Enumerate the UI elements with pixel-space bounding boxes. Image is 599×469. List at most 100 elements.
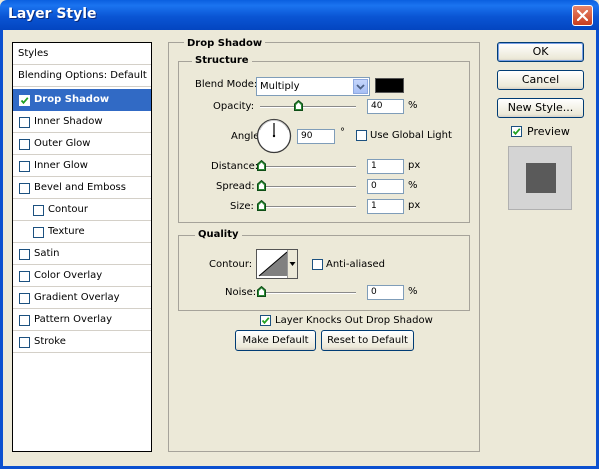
new-style-label: New Style... (507, 101, 574, 114)
checkmark-icon (261, 317, 270, 325)
knockout-label: Layer Knocks Out Drop Shadow (275, 315, 433, 326)
use-global-light-label: Use Global Light (370, 130, 452, 141)
color-overlay-checkbox[interactable] (19, 271, 30, 282)
distance-value: 1 (371, 161, 377, 171)
use-global-light-checkbox[interactable] (356, 130, 367, 141)
reset-default-button[interactable]: Reset to Default (321, 330, 414, 351)
style-item-label: Contour (48, 204, 88, 215)
spread-input[interactable]: 0 (367, 179, 404, 194)
style-item-gradient-overlay[interactable]: Gradient Overlay (13, 287, 151, 309)
spread-slider-track[interactable] (260, 186, 356, 188)
style-item-stroke[interactable]: Stroke (13, 331, 151, 353)
size-input[interactable]: 1 (367, 199, 404, 214)
style-item-label: Drop Shadow (34, 94, 110, 105)
bevel-emboss-checkbox[interactable] (19, 183, 30, 194)
style-item-label: Outer Glow (34, 138, 91, 149)
distance-slider-thumb[interactable] (257, 160, 266, 171)
satin-checkbox[interactable] (19, 249, 30, 260)
shadow-color-swatch[interactable] (375, 78, 404, 93)
style-item-label: Color Overlay (34, 270, 103, 281)
preview-checkbox[interactable] (511, 126, 522, 137)
cancel-button[interactable]: Cancel (497, 70, 584, 90)
opacity-label: Opacity: (213, 101, 255, 112)
stroke-checkbox[interactable] (19, 337, 30, 348)
angle-dial[interactable] (256, 118, 292, 154)
style-item-pattern-overlay[interactable]: Pattern Overlay (13, 309, 151, 331)
noise-value: 0 (371, 287, 377, 297)
close-icon (577, 10, 588, 21)
contour-curve-icon (258, 251, 288, 277)
make-default-button[interactable]: Make Default (235, 330, 316, 351)
opacity-slider-track[interactable] (260, 106, 356, 108)
chevron-down-icon (356, 84, 365, 90)
distance-slider-track[interactable] (260, 166, 356, 168)
blend-mode-value: Multiply (260, 81, 300, 92)
cancel-label: Cancel (521, 73, 560, 86)
style-item-texture[interactable]: Texture (13, 221, 151, 243)
styles-list: Styles Blending Options: Default Drop Sh… (12, 42, 152, 452)
dropdown-button[interactable] (353, 79, 368, 94)
gradient-overlay-checkbox[interactable] (19, 293, 30, 304)
anti-aliased-checkbox[interactable] (312, 259, 323, 270)
anti-aliased-label: Anti-aliased (326, 259, 386, 270)
noise-slider-thumb[interactable] (257, 286, 266, 297)
ok-label: OK (532, 45, 549, 58)
noise-label: Noise: (225, 287, 257, 298)
noise-slider-track[interactable] (260, 292, 356, 294)
style-item-label: Texture (48, 226, 85, 237)
distance-unit: px (408, 160, 421, 171)
preview-thumbnail (508, 146, 572, 210)
new-style-button[interactable]: New Style... (497, 98, 584, 118)
style-item-outer-glow[interactable]: Outer Glow (13, 133, 151, 155)
distance-input[interactable]: 1 (367, 159, 404, 174)
noise-unit: % (408, 286, 418, 297)
pattern-overlay-checkbox[interactable] (19, 315, 30, 326)
outer-glow-checkbox[interactable] (19, 139, 30, 150)
style-item-drop-shadow[interactable]: Drop Shadow (13, 89, 151, 111)
style-item-label: Stroke (34, 336, 66, 347)
style-item-satin[interactable]: Satin (13, 243, 151, 265)
opacity-unit: % (408, 100, 418, 111)
contour-dropdown[interactable] (287, 250, 297, 278)
contour-checkbox[interactable] (33, 205, 44, 216)
styles-header[interactable]: Styles (13, 43, 151, 65)
contour-label: Contour: (209, 259, 253, 270)
checkmark-icon (512, 128, 521, 136)
inner-glow-checkbox[interactable] (19, 161, 30, 172)
blend-mode-label: Blend Mode: (195, 79, 258, 90)
size-slider-thumb[interactable] (257, 200, 266, 211)
contour-picker[interactable] (256, 249, 298, 279)
style-item-label: Satin (34, 248, 60, 259)
window-title: Layer Style (8, 6, 97, 22)
spread-slider-thumb[interactable] (257, 180, 266, 191)
style-item-inner-shadow[interactable]: Inner Shadow (13, 111, 151, 133)
style-item-color-overlay[interactable]: Color Overlay (13, 265, 151, 287)
blending-options-item[interactable]: Blending Options: Default (13, 65, 151, 87)
angle-value: 90 (301, 131, 313, 141)
close-button[interactable] (572, 5, 593, 26)
style-item-label: Inner Glow (34, 160, 88, 171)
knockout-checkbox[interactable] (260, 315, 271, 326)
angle-input[interactable]: 90 (297, 129, 335, 144)
quality-title: Quality (195, 229, 242, 240)
size-value: 1 (371, 201, 377, 211)
inner-shadow-checkbox[interactable] (19, 117, 30, 128)
angle-unit: ° (340, 127, 345, 138)
opacity-input[interactable]: 40 (367, 99, 404, 114)
title-bar[interactable]: Layer Style (0, 0, 599, 30)
style-item-bevel-emboss[interactable]: Bevel and Emboss (13, 177, 151, 199)
blending-options-label: Blending Options: Default (18, 70, 147, 81)
blend-mode-select[interactable]: Multiply (256, 77, 370, 96)
checkmark-icon (20, 97, 29, 105)
style-item-inner-glow[interactable]: Inner Glow (13, 155, 151, 177)
size-slider-track[interactable] (260, 206, 356, 208)
preview-shape (526, 163, 556, 193)
style-item-contour[interactable]: Contour (13, 199, 151, 221)
noise-input[interactable]: 0 (367, 285, 404, 300)
drop-shadow-checkbox[interactable] (19, 95, 30, 106)
texture-checkbox[interactable] (33, 227, 44, 238)
drop-shadow-title: Drop Shadow (184, 38, 266, 49)
caret-down-icon (289, 262, 296, 266)
opacity-slider-thumb[interactable] (294, 100, 303, 111)
ok-button[interactable]: OK (497, 42, 584, 62)
